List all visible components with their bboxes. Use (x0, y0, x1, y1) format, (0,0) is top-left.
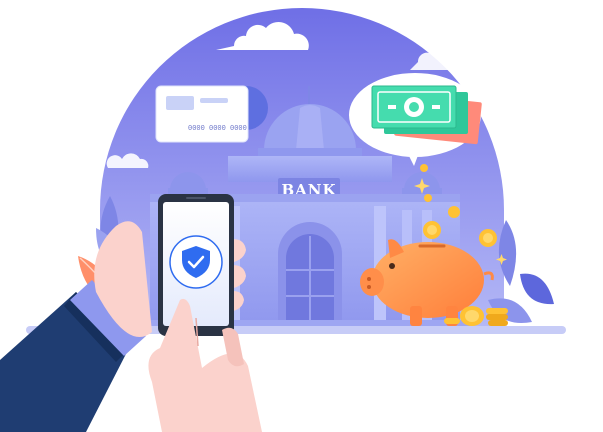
card-number-text: 0000 0000 0000 (188, 125, 247, 133)
shield-check-icon (169, 235, 223, 289)
credit-card-icon: 0000 0000 0000 (155, 85, 249, 143)
banking-illustration: 0000 0000 0000 BANK (0, 8, 566, 432)
